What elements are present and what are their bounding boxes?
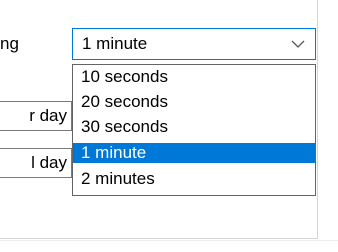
side-field-2-text: l day xyxy=(31,153,67,172)
dropdown-option-label: 2 minutes xyxy=(81,169,155,188)
panel-divider-bottom-outer xyxy=(0,240,338,241)
dropdown-option-label: 30 seconds xyxy=(81,117,168,136)
dropdown-option-2-minutes[interactable]: 2 minutes xyxy=(73,169,315,189)
dropdown-option-label: 20 seconds xyxy=(81,92,168,111)
dropdown-option-30-seconds[interactable]: 30 seconds xyxy=(73,117,315,137)
chevron-down-icon[interactable] xyxy=(289,35,307,53)
settings-panel: ng r day l day 1 minute 10 seconds 20 se… xyxy=(0,0,338,252)
side-field-2[interactable]: l day xyxy=(0,148,72,178)
interval-combobox-value: 1 minute xyxy=(82,34,148,53)
interval-combobox[interactable]: 1 minute xyxy=(72,28,316,60)
dropdown-option-1-minute[interactable]: 1 minute xyxy=(73,143,315,163)
panel-divider-bottom xyxy=(0,238,318,239)
side-field-1-text: r day xyxy=(29,106,67,125)
interval-label: ng xyxy=(0,34,19,53)
interval-dropdown-list: 10 seconds 20 seconds 30 seconds 1 minut… xyxy=(72,64,316,196)
dropdown-option-10-seconds[interactable]: 10 seconds xyxy=(73,67,315,87)
side-field-1[interactable]: r day xyxy=(0,101,72,131)
dropdown-option-label: 10 seconds xyxy=(81,67,168,86)
dropdown-option-20-seconds[interactable]: 20 seconds xyxy=(73,92,315,112)
panel-divider-right xyxy=(317,0,318,238)
dropdown-option-label: 1 minute xyxy=(81,143,147,162)
